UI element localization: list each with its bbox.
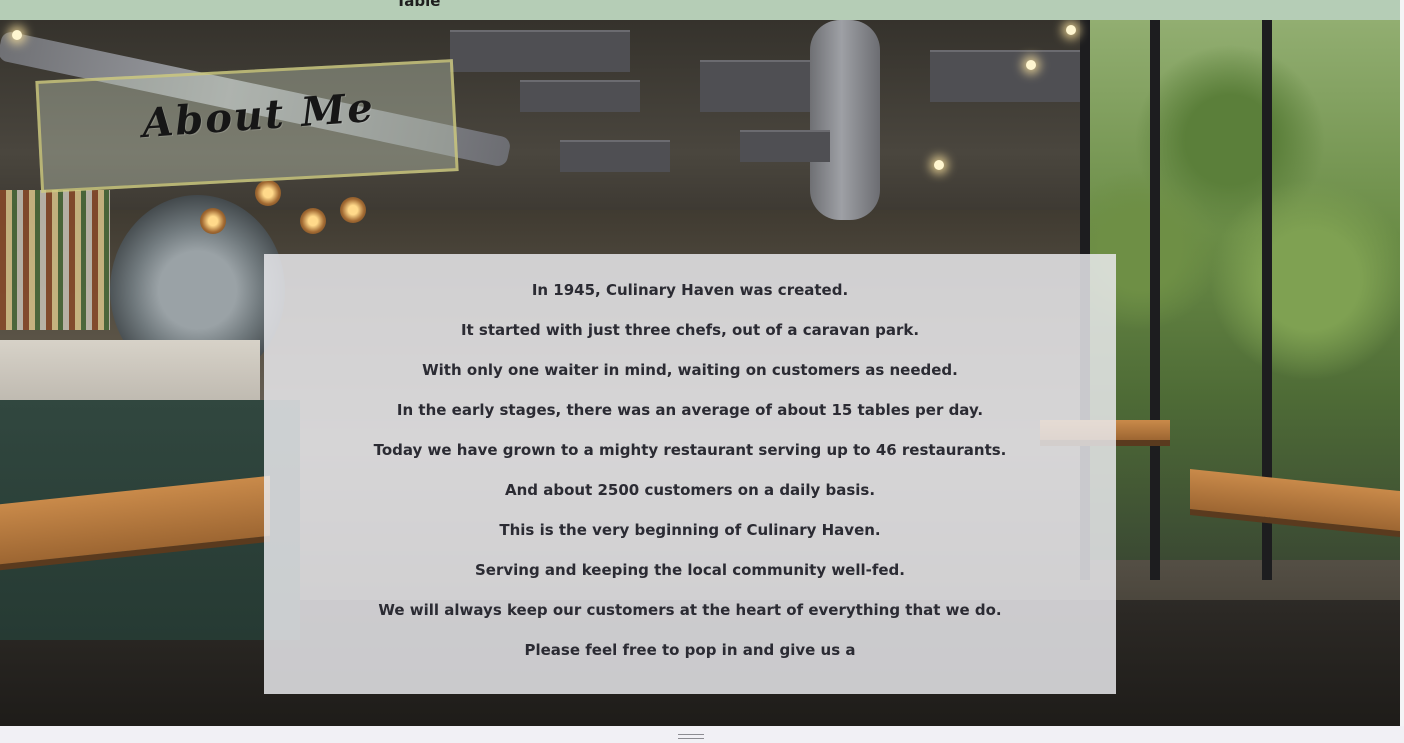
bar-shelf	[0, 190, 110, 330]
bottom-bar	[0, 726, 1404, 743]
top-nav-bar: Table	[0, 0, 1400, 20]
pendant-lamp	[340, 197, 366, 223]
acoustic-panel	[930, 50, 1090, 102]
pendant-lamp	[255, 180, 281, 206]
pendant-lamp	[200, 208, 226, 234]
story-line: It started with just three chefs, out of…	[460, 321, 920, 339]
story-line: Serving and keeping the local community …	[475, 561, 905, 579]
ceiling-light	[12, 30, 22, 40]
ceiling-light	[1066, 25, 1076, 35]
acoustic-panel	[520, 80, 640, 112]
story-card: In 1945, Culinary Haven was created. It …	[264, 254, 1116, 694]
page-edge	[1400, 0, 1404, 726]
acoustic-panel	[740, 130, 830, 162]
pendant-lamp	[300, 208, 326, 234]
story-line: In 1945, Culinary Haven was created.	[531, 281, 849, 299]
story-line: In the early stages, there was an averag…	[396, 401, 984, 419]
acoustic-panel	[700, 60, 810, 112]
story-line: Please feel free to pop in and give us a	[524, 641, 856, 659]
story-line: This is the very beginning of Culinary H…	[499, 521, 881, 539]
acoustic-panel	[450, 30, 630, 72]
story-line: And about 2500 customers on a daily basi…	[504, 481, 876, 499]
ceiling-light	[934, 160, 944, 170]
ceiling-duct	[810, 20, 880, 220]
acoustic-panel	[560, 140, 670, 172]
grip-lines-icon[interactable]	[678, 734, 704, 739]
story-line: With only one waiter in mind, waiting on…	[422, 361, 958, 379]
ceiling-light	[1026, 60, 1036, 70]
nav-link-table[interactable]: Table	[396, 0, 440, 10]
story-line: We will always keep our customers at the…	[378, 601, 1002, 619]
story-line: Today we have grown to a mighty restaura…	[373, 441, 1007, 459]
window-frame	[1150, 20, 1160, 580]
